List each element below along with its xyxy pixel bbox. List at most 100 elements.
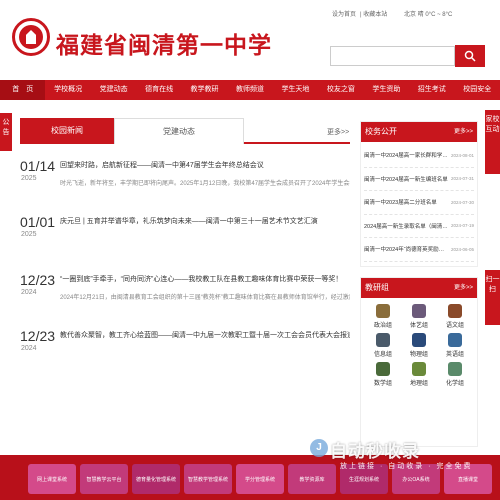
nav-home[interactable]: 首 页 xyxy=(0,80,46,100)
notice-date: 2024-06-05 xyxy=(450,246,474,252)
teaching-group-item[interactable]: 语文组 xyxy=(437,304,473,329)
teaching-group-label[interactable]: 语文组 xyxy=(446,320,464,329)
nav-moral-education[interactable]: 德育在线 xyxy=(136,80,181,100)
notice-title[interactable]: 闽清一中2023届高二分班名单 xyxy=(364,198,450,206)
teaching-group-item[interactable]: 信息组 xyxy=(365,333,401,358)
bookmark-link[interactable]: 收藏本站 xyxy=(363,12,387,18)
nav-teaching[interactable]: 教学教研 xyxy=(182,80,227,100)
news-summary: 时光飞逝，新年将至，丰学期已即将向尾声。2025年1月12日晚，我校第47届学生… xyxy=(60,181,350,187)
scan-qr-side-tab[interactable]: 扫一扫 xyxy=(485,270,500,325)
news-year: 2025 xyxy=(21,231,37,238)
scan-qr-label: 扫一扫 xyxy=(485,276,500,293)
teaching-group-label[interactable]: 物理组 xyxy=(410,349,428,358)
system-link-tile[interactable]: 德育量化管理系统 xyxy=(132,464,180,494)
watermark-overlay: J 自动秒收录 放上链接 · 自动收录 · 完全免费 xyxy=(310,437,480,477)
news-item[interactable]: 01/14 2025 回望来时路，启航新征程——闽清一中第47届学生会年终总结会… xyxy=(20,158,350,198)
book-icon xyxy=(448,304,462,318)
nav-alumni[interactable]: 校友之窗 xyxy=(318,80,363,100)
groups-more-link[interactable]: 更多>> xyxy=(454,278,473,298)
site-title[interactable]: 福建省闽清第一中学 xyxy=(56,26,272,60)
system-link-tile[interactable]: 网上课堂系统 xyxy=(28,464,76,494)
teaching-group-item[interactable]: 化学组 xyxy=(437,362,473,387)
news-year: 2024 xyxy=(21,289,37,296)
tab-party-news[interactable]: 党建动态 xyxy=(114,118,244,144)
notice-more-link[interactable]: 更多>> xyxy=(454,122,473,142)
teaching-group-label[interactable]: 体艺组 xyxy=(410,320,428,329)
runner-icon xyxy=(412,304,426,318)
notice-panel-header: 校务公开 更多>> xyxy=(361,122,477,142)
teaching-group-item[interactable]: 体艺组 xyxy=(401,304,437,329)
school-logo[interactable] xyxy=(12,18,50,56)
teaching-group-item[interactable]: 物理组 xyxy=(401,333,437,358)
search-input[interactable] xyxy=(330,46,455,66)
news-date: 12/23 xyxy=(20,272,56,288)
tab-campus-news[interactable]: 校园新闻 xyxy=(20,118,114,144)
teaching-group-label[interactable]: 信息组 xyxy=(374,349,392,358)
teaching-group-label[interactable]: 化学组 xyxy=(446,378,464,387)
news-date: 01/14 xyxy=(20,158,56,174)
teaching-group-item[interactable]: 政治组 xyxy=(365,304,401,329)
news-year: 2024 xyxy=(21,345,37,352)
news-item[interactable]: 01/01 2025 庆元旦 | 五育并举谱华章，礼乐筑梦向未来——闽清一中第三… xyxy=(20,214,350,254)
news-item[interactable]: 12/23 2024 “一圈到底”手牵手，“同舟同济”心连心——我校教工队在县教… xyxy=(20,272,350,312)
news-title[interactable]: “一圈到底”手牵手，“同舟同济”心连心——我校教工队在县教工趣味体育比赛中荣获一… xyxy=(60,274,350,284)
nav-party-news[interactable]: 党建动态 xyxy=(91,80,136,100)
nav-campus-safety[interactable]: 校园安全 xyxy=(455,80,500,100)
notice-panel: 校务公开 更多>> 闽清一中2024届高一家长群和学… 2024-08-01 闽清… xyxy=(360,121,478,267)
system-link-tile[interactable]: 智慧教学云平台 xyxy=(80,464,128,494)
nav-student-aid[interactable]: 学生资助 xyxy=(364,80,409,100)
list-item[interactable]: 闽清一中2023届高二分班名单 2024-07-30 xyxy=(364,191,474,215)
notice-title[interactable]: 闽清一中2024届高一新生编班名单 xyxy=(364,175,450,183)
teaching-groups-panel: 教研组 更多>> 政治组 体艺组 语文组信息组 物理组 英语组数学组 地理组 化学组 xyxy=(360,277,478,447)
set-homepage-link[interactable]: 设为首页 xyxy=(332,12,356,18)
list-item[interactable]: 闽清一中2024届高一家长群和学… 2024-08-01 xyxy=(364,144,474,168)
home-school-label: 家校互动 xyxy=(485,116,500,133)
nav-students[interactable]: 学生天地 xyxy=(273,80,318,100)
globe-icon xyxy=(448,333,462,347)
news-date: 01/01 xyxy=(20,214,56,230)
top-links: 设为首页 | 收藏本站 xyxy=(332,12,388,18)
nav-teachers[interactable]: 教师频道 xyxy=(227,80,272,100)
teaching-group-item[interactable]: 英语组 xyxy=(437,333,473,358)
home-school-side-tab[interactable]: 家校互动 xyxy=(485,110,500,174)
flask-icon xyxy=(448,362,462,376)
system-link-tile[interactable]: 教学资源库 xyxy=(288,464,336,494)
news-tabs: 校园新闻 党建动态 xyxy=(20,118,350,144)
math-icon xyxy=(376,362,390,376)
page: 福建省闽清第一中学 设为首页 | 收藏本站 北京 晴 0°C ~ 8°C 首 页 … xyxy=(0,0,500,500)
search-icon xyxy=(464,50,476,62)
nav-admissions[interactable]: 招生考试 xyxy=(409,80,454,100)
notice-title[interactable]: 闽清一中2024届高一家长群和学… xyxy=(364,151,450,159)
notice-date: 2024-08-01 xyxy=(450,152,474,158)
news-title[interactable]: 庆元旦 | 五育并举谱华章，礼乐筑梦向未来——闽清一中第三十一届艺术节文艺汇演 xyxy=(60,216,350,226)
system-link-tile[interactable]: 学分管理系统 xyxy=(236,464,284,494)
news-more-link[interactable]: 更多>> xyxy=(327,127,349,137)
teaching-group-label[interactable]: 数学组 xyxy=(374,378,392,387)
scale-icon xyxy=(376,304,390,318)
groups-panel-header: 教研组 更多>> xyxy=(361,278,477,298)
teaching-group-label[interactable]: 英语组 xyxy=(446,349,464,358)
news-item[interactable]: 12/23 2024 教代善众聚智，教工齐心绘蓝图——闽清一中九届一次教职工暨十… xyxy=(20,328,350,368)
news-title[interactable]: 回望来时路，启航新征程——闽清一中第47届学生会年终总结会议 xyxy=(60,160,350,170)
announcement-side-tab[interactable]: 公告 xyxy=(0,113,12,151)
site-header: 福建省闽清第一中学 设为首页 | 收藏本站 北京 晴 0°C ~ 8°C xyxy=(0,0,500,78)
notice-panel-title: 校务公开 xyxy=(365,127,397,136)
search-button[interactable] xyxy=(455,45,485,67)
nav-school-overview[interactable]: 学校概况 xyxy=(45,80,90,100)
teaching-group-item[interactable]: 数学组 xyxy=(365,362,401,387)
teaching-group-item[interactable]: 地理组 xyxy=(401,362,437,387)
main-nav: 首 页 学校概况 党建动态 德育在线 教学教研 教师频道 学生天地 校友之窗 学… xyxy=(0,80,500,100)
system-link-tile[interactable]: 智慧教学管理系统 xyxy=(184,464,232,494)
watermark-main-text: 自动秒收录 xyxy=(330,442,420,461)
magnet-icon xyxy=(412,333,426,347)
notice-date: 2024-07-30 xyxy=(450,199,474,205)
list-item[interactable]: 闽清一中2024届高一新生编班名单 2024-07-31 xyxy=(364,168,474,191)
teaching-group-label[interactable]: 地理组 xyxy=(410,378,428,387)
news-title[interactable]: 教代善众聚智，教工齐心绘蓝图——闽清一中九届一次教职工暨十届一次工会会员代表大会… xyxy=(60,330,350,340)
list-item[interactable]: 闽清一中2024年“尚德育英奖励… 2024-06-05 xyxy=(364,238,474,262)
list-item[interactable]: 2024届高一新生录取名单（闽清… 2024-07-19 xyxy=(364,215,474,238)
notice-title[interactable]: 2024届高一新生录取名单（闽清… xyxy=(364,222,450,230)
notice-title[interactable]: 闽清一中2024年“尚德育英奖励… xyxy=(364,245,450,253)
teaching-group-label[interactable]: 政治组 xyxy=(374,320,392,329)
groups-panel-title: 教研组 xyxy=(365,283,389,292)
